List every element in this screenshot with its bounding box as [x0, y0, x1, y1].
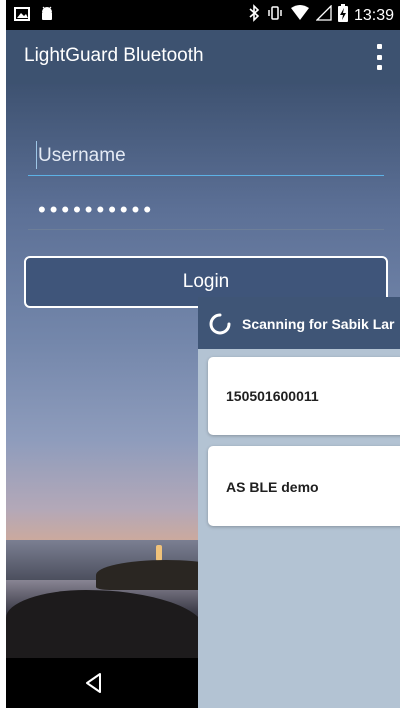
- app-title: LightGuard Bluetooth: [24, 45, 204, 66]
- image-icon: [14, 7, 30, 26]
- text-cursor: [36, 141, 37, 169]
- status-left: [14, 6, 54, 27]
- username-input[interactable]: [28, 136, 384, 176]
- signal-icon: [315, 4, 332, 26]
- device-name: 150501600011: [226, 388, 319, 404]
- app-bar: LightGuard Bluetooth: [6, 30, 400, 84]
- device-list-item[interactable]: 150501600011: [208, 357, 400, 435]
- status-right: 13:39: [248, 4, 394, 27]
- android-icon: [40, 6, 54, 27]
- bluetooth-icon: [248, 4, 260, 27]
- status-bar: 13:39: [6, 0, 400, 30]
- overflow-menu-icon[interactable]: [374, 44, 384, 70]
- back-triangle-icon[interactable]: [82, 671, 106, 695]
- scan-dialog: Scanning for Sabik Lar 150501600011 AS B…: [198, 297, 400, 708]
- device-list-item[interactable]: AS BLE demo: [208, 446, 400, 526]
- status-time: 13:39: [353, 6, 394, 24]
- battery-charging-icon: [337, 4, 348, 27]
- lighthouse-light: [156, 545, 162, 561]
- wifi-icon: [290, 5, 310, 26]
- scan-dialog-header: Scanning for Sabik Lar: [198, 297, 400, 349]
- loading-spinner-icon: [208, 312, 232, 336]
- scan-dialog-title: Scanning for Sabik Lar: [242, 316, 395, 332]
- device-name: AS BLE demo: [226, 479, 319, 495]
- password-input[interactable]: [28, 190, 384, 230]
- vibrate-icon: [266, 5, 284, 26]
